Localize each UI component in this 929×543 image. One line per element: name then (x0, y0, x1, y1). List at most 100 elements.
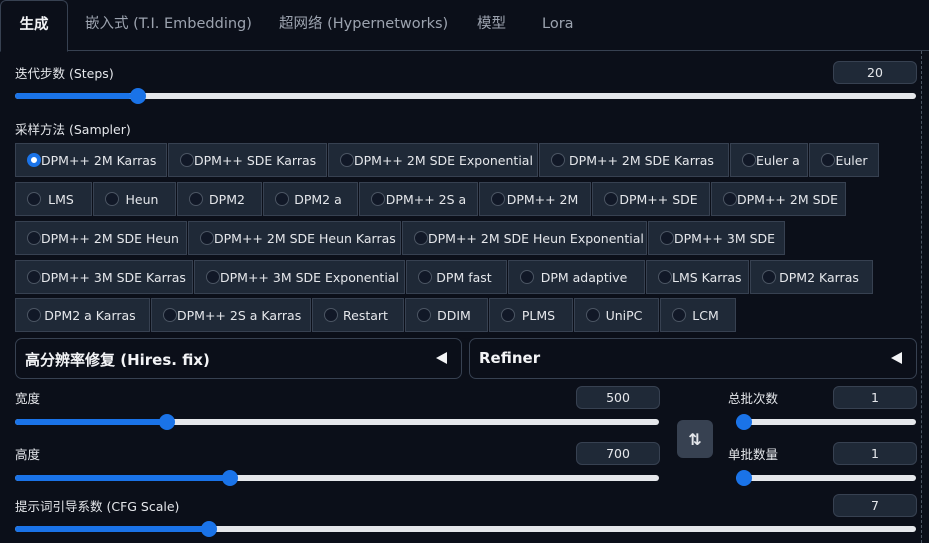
steps-input[interactable]: 20 (833, 61, 917, 84)
radio-icon[interactable] (604, 192, 618, 206)
steps-slider[interactable] (15, 88, 916, 104)
sampler-option[interactable]: DPM adaptive (508, 260, 645, 294)
sampler-option[interactable]: DPM++ 2M SDE Exponential (328, 143, 538, 177)
sampler-option[interactable]: DPM2 a (263, 182, 358, 216)
sampler-option[interactable]: DPM++ 2M Karras (15, 143, 167, 177)
batch-count-slider[interactable] (736, 414, 916, 430)
sampler-option[interactable]: DPM++ 2M SDE Karras (539, 143, 729, 177)
sampler-option[interactable]: LCM (660, 298, 736, 332)
cfg-slider[interactable] (15, 521, 916, 537)
radio-icon[interactable] (762, 270, 776, 284)
radio-icon[interactable] (105, 192, 119, 206)
slider-thumb[interactable] (736, 470, 752, 486)
sampler-option[interactable]: PLMS (489, 298, 573, 332)
slider-thumb[interactable] (222, 470, 239, 486)
radio-icon[interactable] (371, 192, 385, 206)
width-input[interactable]: 500 (576, 386, 660, 409)
radio-icon[interactable] (27, 153, 41, 167)
radio-icon[interactable] (742, 153, 756, 167)
cfg-input[interactable]: 7 (833, 494, 917, 517)
radio-icon[interactable] (27, 192, 41, 206)
tab-bar: 生成 嵌入式 (T.I. Embedding) 超网络 (Hypernetwor… (0, 0, 929, 52)
width-slider[interactable] (15, 414, 659, 430)
slider-thumb[interactable] (200, 521, 217, 537)
radio-icon[interactable] (821, 153, 835, 167)
batch-count-input[interactable]: 1 (833, 386, 917, 409)
refiner-accordion[interactable]: Refiner (469, 338, 917, 379)
sampler-option[interactable]: DPM2 (177, 182, 262, 216)
sampler-option[interactable]: LMS Karras (646, 260, 749, 294)
tab-lora[interactable]: Lora (542, 0, 574, 51)
sampler-option[interactable]: DPM++ 2M SDE Heun Karras (188, 221, 401, 255)
slider-thumb[interactable] (159, 414, 176, 430)
collapse-left-icon (891, 352, 902, 364)
sampler-option[interactable]: DPM++ 2M SDE Heun Exponential (402, 221, 647, 255)
height-slider[interactable] (15, 470, 659, 486)
height-input[interactable]: 700 (576, 442, 660, 465)
batch-size-slider[interactable] (736, 470, 916, 486)
radio-icon[interactable] (27, 308, 41, 322)
sampler-option[interactable]: DPM2 Karras (750, 260, 873, 294)
radio-icon[interactable] (418, 270, 432, 284)
tab-generate[interactable]: 生成 (0, 0, 68, 52)
height-label: 高度 (15, 447, 41, 462)
sampler-option[interactable]: DPM++ 2S a Karras (151, 298, 311, 332)
tab-models[interactable]: 模型 (477, 0, 506, 51)
sampler-option[interactable]: DPM++ 2S a (359, 182, 478, 216)
sampler-option[interactable]: DPM++ 3M SDE (648, 221, 785, 255)
radio-icon[interactable] (586, 308, 600, 322)
sampler-option[interactable]: DPM++ SDE (592, 182, 710, 216)
batch-size-input[interactable]: 1 (833, 442, 917, 465)
sampler-option[interactable]: LMS (15, 182, 92, 216)
radio-icon[interactable] (200, 231, 214, 245)
radio-icon[interactable] (417, 308, 431, 322)
radio-icon[interactable] (27, 231, 41, 245)
radio-icon[interactable] (414, 231, 428, 245)
radio-icon[interactable] (658, 270, 672, 284)
sampler-option[interactable]: Heun (93, 182, 176, 216)
sampler-option[interactable]: DPM++ 3M SDE Karras (15, 260, 193, 294)
steps-label: 迭代步数 (Steps) (15, 66, 114, 81)
radio-icon[interactable] (189, 192, 203, 206)
radio-icon[interactable] (163, 308, 177, 322)
sampler-option[interactable]: DPM fast (406, 260, 507, 294)
slider-thumb[interactable] (736, 414, 752, 430)
sampler-option[interactable]: Euler a (730, 143, 808, 177)
radio-icon[interactable] (672, 308, 686, 322)
slider-thumb[interactable] (130, 88, 147, 104)
sampler-option-label: DPM++ 2M (506, 191, 579, 207)
sampler-option[interactable]: Restart (312, 298, 404, 332)
sampler-option[interactable]: DPM++ 3M SDE Exponential (194, 260, 405, 294)
sampler-option[interactable]: DPM++ SDE Karras (168, 143, 327, 177)
radio-icon[interactable] (206, 270, 220, 284)
tab-embedding[interactable]: 嵌入式 (T.I. Embedding) (85, 0, 252, 51)
swap-dimensions-button[interactable]: ⇅ (677, 420, 713, 458)
sampler-option-label: Restart (343, 307, 388, 323)
slider-track (736, 475, 916, 481)
batch-size-label: 单批数量 (728, 447, 779, 462)
radio-icon[interactable] (340, 153, 354, 167)
sampler-option-label: UniPC (605, 307, 643, 323)
radio-icon[interactable] (491, 192, 505, 206)
radio-icon[interactable] (723, 192, 737, 206)
sampler-option[interactable]: DPM++ 2M SDE Heun (15, 221, 187, 255)
sampler-option[interactable]: Euler (809, 143, 879, 177)
radio-icon[interactable] (551, 153, 565, 167)
radio-icon[interactable] (324, 308, 338, 322)
sampler-option[interactable]: DDIM (405, 298, 488, 332)
radio-icon[interactable] (660, 231, 674, 245)
sampler-option[interactable]: UniPC (574, 298, 659, 332)
radio-icon[interactable] (275, 192, 289, 206)
sampler-option[interactable]: DPM++ 2M (479, 182, 591, 216)
sampler-option-label: PLMS (521, 307, 556, 323)
radio-icon[interactable] (520, 270, 534, 284)
radio-icon[interactable] (180, 153, 194, 167)
hires-fix-accordion[interactable]: 高分辨率修复 (Hires. fix) (15, 338, 462, 379)
refiner-title: Refiner (479, 349, 541, 367)
sampler-option-label: DDIM (437, 307, 471, 323)
radio-icon[interactable] (27, 270, 41, 284)
tab-hypernetworks[interactable]: 超网络 (Hypernetworks) (279, 0, 448, 51)
sampler-option[interactable]: DPM++ 2M SDE (711, 182, 846, 216)
radio-icon[interactable] (501, 308, 515, 322)
sampler-option[interactable]: DPM2 a Karras (15, 298, 150, 332)
